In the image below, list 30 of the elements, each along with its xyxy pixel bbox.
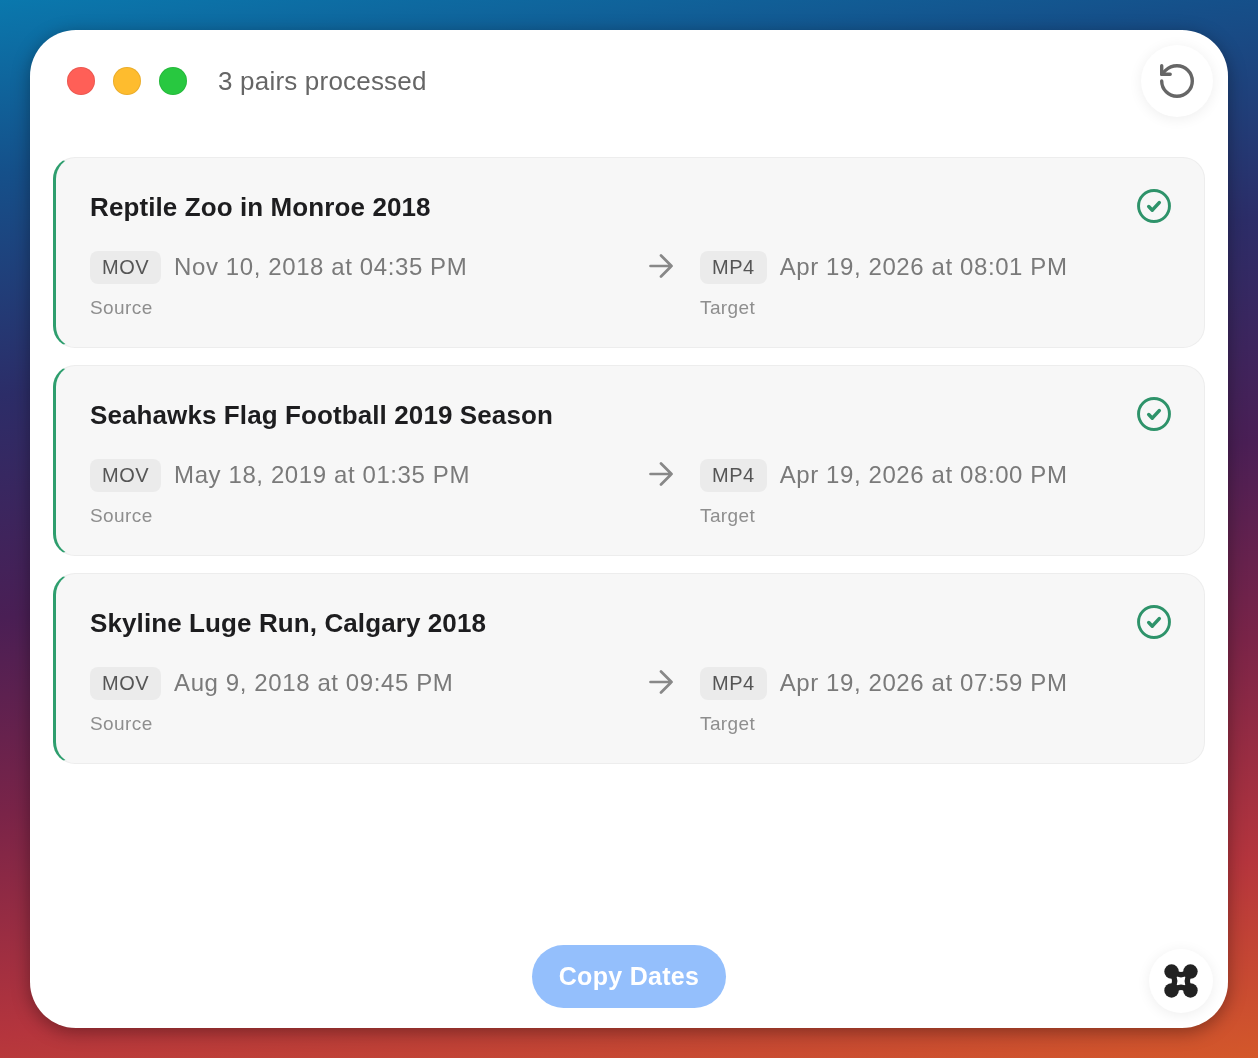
minimize-button[interactable]	[113, 67, 141, 95]
date-text: Apr 19, 2026 at 07:59 PM	[779, 668, 1068, 698]
format-tag: MOV	[90, 458, 162, 492]
date-text: Apr 19, 2026 at 08:00 PM	[779, 460, 1068, 490]
arrow-right-icon	[649, 462, 673, 486]
pair-title: Skyline Luge Run, Calgary 2018	[90, 607, 487, 639]
date-text: Aug 9, 2018 at 09:45 PM	[174, 668, 454, 698]
date-text: May 18, 2019 at 01:35 PM	[174, 460, 470, 490]
source-label: Source	[90, 712, 153, 736]
source-label: Source	[90, 296, 153, 320]
format-tag: MP4	[700, 458, 767, 492]
format-tag: MOV	[90, 666, 162, 700]
source-label: Source	[90, 504, 153, 528]
date-text: Apr 19, 2026 at 08:01 PM	[779, 252, 1068, 282]
window-title: 3 pairs processed	[218, 64, 427, 98]
pair-title: Reptile Zoo in Monroe 2018	[90, 191, 431, 223]
format-tag: MP4	[700, 250, 767, 284]
target-label: Target	[700, 504, 756, 528]
format-tag: MP4	[700, 666, 767, 700]
zoom-button[interactable]	[159, 67, 187, 95]
arrow-right-icon	[649, 254, 673, 278]
target-label: Target	[700, 712, 756, 736]
arrow-right-icon	[649, 670, 673, 694]
refresh-icon	[1160, 64, 1194, 98]
date-text: Nov 10, 2018 at 04:35 PM	[174, 252, 468, 282]
four-lobe-icon	[1164, 964, 1198, 998]
format-tag: MOV	[90, 250, 162, 284]
target-label: Target	[700, 296, 756, 320]
pair-title: Seahawks Flag Football 2019 Season	[90, 399, 553, 431]
close-button[interactable]	[67, 67, 95, 95]
